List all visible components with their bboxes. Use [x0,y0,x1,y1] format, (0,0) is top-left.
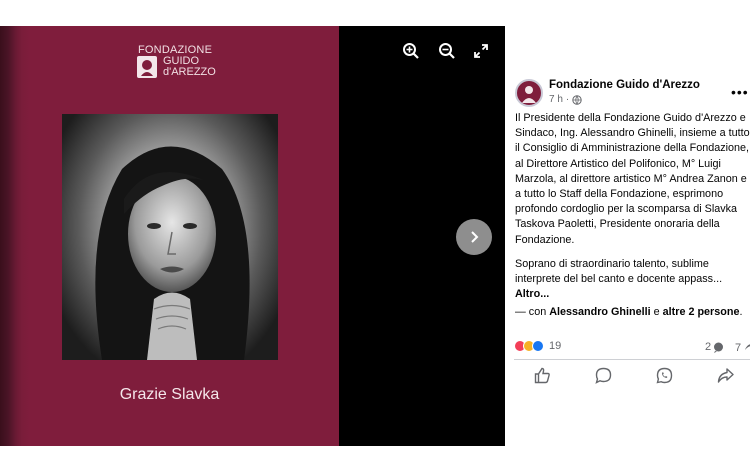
see-more-link[interactable]: Altro... [515,288,549,300]
logo-emblem-icon [137,56,157,78]
reaction-count: 19 [549,340,562,352]
post-paragraph-1: Il Presidente della Fondazione Guido d'A… [515,112,750,246]
portrait-photo [62,114,278,360]
more-options-icon[interactable]: ••• [731,84,749,100]
tag-prefix: — con [515,306,547,319]
post-image: FONDAZIONE GUIDO d'AREZZO Grazie Slavka [0,26,339,446]
post-paragraph-2-text: Soprano di straordinario talento, sublim… [515,257,723,286]
comment-count: 2 [705,341,712,353]
foundation-logo: FONDAZIONE GUIDO d'AREZZO [137,44,217,80]
comment-count-link[interactable]: 2 [705,341,724,353]
tag-suffix: . [739,306,743,319]
tag-and: e [653,306,660,319]
whatsapp-send-button[interactable] [654,365,674,385]
next-photo-button[interactable] [456,219,492,255]
fullscreen-icon[interactable] [470,40,492,62]
post-time[interactable]: 7 h [549,94,563,105]
meta-separator: · [565,94,570,105]
zoom-out-icon[interactable] [436,40,458,62]
reactions-summary[interactable]: 19 [514,340,561,352]
share-count-link[interactable]: 7 [735,341,750,354]
public-globe-icon [572,94,582,105]
like-reaction-icon [532,340,544,352]
whatsapp-icon [656,367,672,383]
comment-icon [594,367,611,384]
like-button[interactable] [532,365,552,385]
share-count: 7 [735,342,742,354]
share-arrow-icon [745,344,750,350]
comment-button[interactable] [593,365,613,385]
tagged-person-link[interactable]: Alessandro Ghinelli [549,306,650,318]
image-caption: Grazie Slavka [119,386,220,403]
post-paragraph-2: Soprano di straordinario talento, sublim… [515,257,750,303]
post-author[interactable]: Fondazione Guido d'Arezzo [549,79,700,91]
thumbs-up-icon [534,367,550,383]
tagged-others-link[interactable]: altre 2 persone [663,306,740,318]
tagged-people: — con Alessandro Ghinelli e altre 2 pers… [515,305,750,320]
logo-line-3: d'AREZZO [163,66,216,78]
chevron-right-icon [471,231,479,243]
post-meta: 7 h · [549,94,582,105]
share-icon [717,367,734,383]
share-button[interactable] [715,365,735,385]
actions-divider [514,359,750,360]
photo-viewer: FONDAZIONE GUIDO d'AREZZO Grazie Slavka [0,26,505,446]
comment-bubble-icon [714,342,724,353]
avatar[interactable] [515,79,543,107]
post-body: Il Presidente della Fondazione Guido d'A… [515,111,750,321]
zoom-in-icon[interactable] [400,40,422,62]
post-panel: Fondazione Guido d'Arezzo 7 h · ••• Il P… [505,26,750,446]
